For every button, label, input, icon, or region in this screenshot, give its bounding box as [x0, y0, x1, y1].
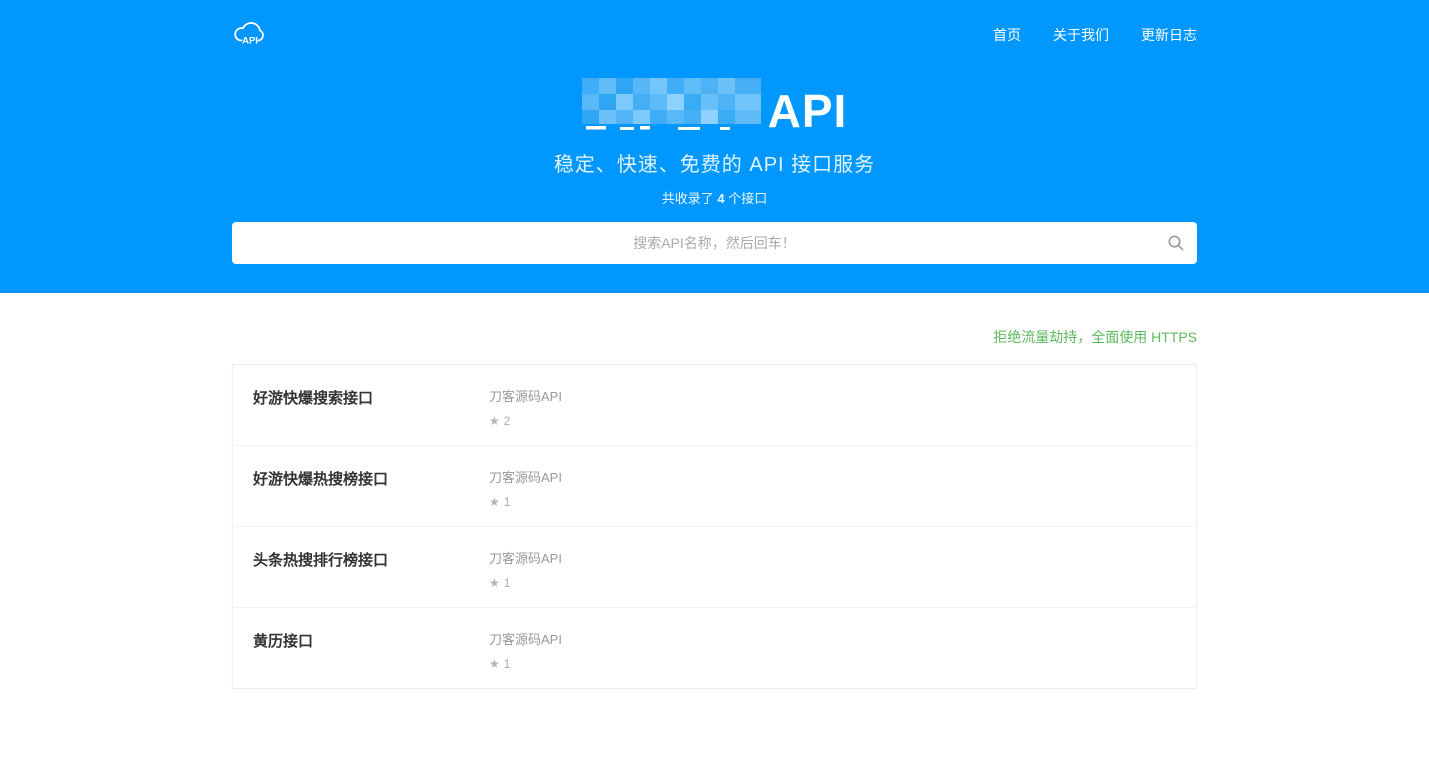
api-star-rating: ★ 2 — [489, 414, 1176, 428]
api-star-rating: ★ 1 — [489, 576, 1176, 590]
api-meta: 刀客源码API ★ 1 — [489, 548, 1176, 590]
star-icon: ★ — [489, 415, 500, 427]
api-name[interactable]: 头条热搜排行榜接口 — [253, 548, 489, 590]
api-provider: 刀客源码API — [489, 548, 1176, 567]
api-name[interactable]: 黄历接口 — [253, 629, 489, 671]
site-subtitle: 稳定、快速、免费的 API 接口服务 — [232, 148, 1197, 177]
star-count: 2 — [504, 414, 511, 428]
censored-title-mosaic — [582, 76, 766, 134]
api-name[interactable]: 好游快爆搜索接口 — [253, 386, 489, 428]
site-title-text: API — [768, 88, 848, 134]
api-list-item[interactable]: 黄历接口 刀客源码API ★ 1 — [233, 608, 1196, 688]
api-star-rating: ★ 1 — [489, 495, 1176, 509]
api-list: 好游快爆搜索接口 刀客源码API ★ 2 好游快爆热搜榜接口 刀客源码API ★… — [232, 364, 1197, 689]
count-prefix: 共收录了 — [662, 191, 718, 206]
api-name[interactable]: 好游快爆热搜榜接口 — [253, 467, 489, 509]
api-meta: 刀客源码API ★ 1 — [489, 629, 1176, 671]
count-number: 4 — [717, 191, 724, 206]
nav-item-changelog[interactable]: 更新日志 — [1141, 25, 1197, 45]
api-provider: 刀客源码API — [489, 386, 1176, 405]
api-count-line: 共收录了 4 个接口 — [232, 188, 1197, 207]
api-list-item[interactable]: 好游快爆热搜榜接口 刀客源码API ★ 1 — [233, 446, 1196, 527]
svg-text:API: API — [242, 35, 258, 46]
main-nav: 首页 关于我们 更新日志 — [993, 25, 1197, 45]
site-logo[interactable]: API — [232, 18, 268, 53]
search-icon[interactable] — [1167, 234, 1185, 252]
hero-section: API 首页 关于我们 更新日志 — [0, 0, 1429, 293]
search-input[interactable] — [232, 222, 1197, 264]
api-provider: 刀客源码API — [489, 467, 1176, 486]
star-icon: ★ — [489, 577, 500, 589]
star-count: 1 — [504, 576, 511, 590]
api-meta: 刀客源码API ★ 2 — [489, 386, 1176, 428]
api-list-item[interactable]: 好游快爆搜索接口 刀客源码API ★ 2 — [233, 365, 1196, 446]
search-bar — [232, 222, 1197, 264]
api-star-rating: ★ 1 — [489, 657, 1176, 671]
api-list-item[interactable]: 头条热搜排行榜接口 刀客源码API ★ 1 — [233, 527, 1196, 608]
count-suffix: 个接口 — [725, 191, 768, 206]
star-icon: ★ — [489, 658, 500, 670]
star-count: 1 — [504, 495, 511, 509]
star-icon: ★ — [489, 496, 500, 508]
nav-item-about[interactable]: 关于我们 — [1053, 25, 1109, 45]
api-meta: 刀客源码API ★ 1 — [489, 467, 1176, 509]
cloud-api-logo-icon: API — [232, 18, 268, 53]
site-title: API — [232, 76, 1197, 134]
https-notice-text: 拒绝流量劫持，全面使用 HTTPS — [993, 329, 1197, 345]
top-navigation-bar: API 首页 关于我们 更新日志 — [232, 0, 1197, 70]
star-count: 1 — [504, 657, 511, 671]
nav-item-home[interactable]: 首页 — [993, 25, 1021, 45]
api-provider: 刀客源码API — [489, 629, 1176, 648]
https-notice: 拒绝流量劫持，全面使用 HTTPS — [232, 327, 1197, 347]
